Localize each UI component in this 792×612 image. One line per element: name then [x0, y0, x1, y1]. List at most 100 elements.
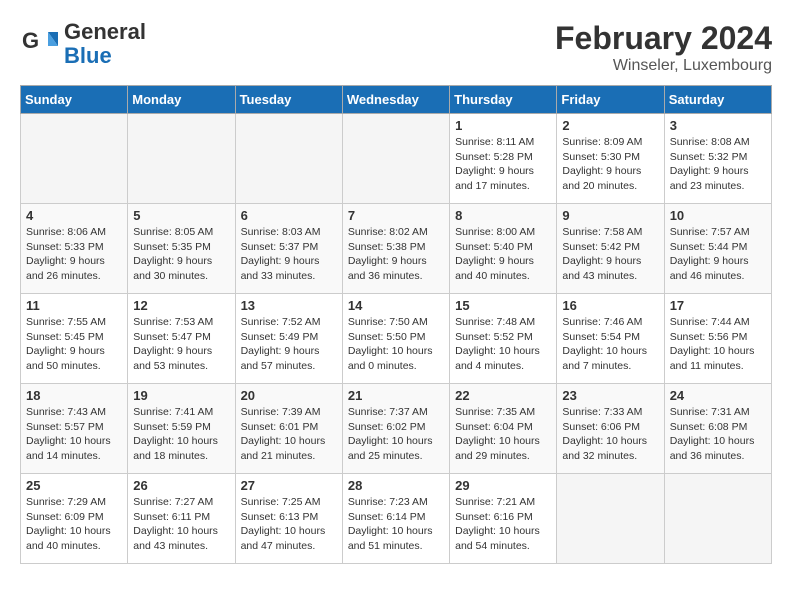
svg-text:G: G	[22, 28, 39, 53]
day-number: 12	[133, 298, 229, 313]
calendar-cell: 28 Sunrise: 7:23 AMSunset: 6:14 PMDayligh…	[342, 474, 449, 564]
calendar-cell	[342, 114, 449, 204]
day-info: Sunrise: 7:52 AMSunset: 5:49 PMDaylight:…	[241, 315, 337, 374]
calendar-week-row: 4 Sunrise: 8:06 AMSunset: 5:33 PMDaylight…	[21, 204, 772, 294]
day-info: Sunrise: 7:41 AMSunset: 5:59 PMDaylight:…	[133, 405, 229, 464]
calendar-cell: 17 Sunrise: 7:44 AMSunset: 5:56 PMDayligh…	[664, 294, 771, 384]
calendar-cell: 13 Sunrise: 7:52 AMSunset: 5:49 PMDayligh…	[235, 294, 342, 384]
calendar-week-row: 25 Sunrise: 7:29 AMSunset: 6:09 PMDayligh…	[21, 474, 772, 564]
weekday-header: Tuesday	[235, 86, 342, 114]
day-info: Sunrise: 7:35 AMSunset: 6:04 PMDaylight:…	[455, 405, 551, 464]
weekday-header: Thursday	[450, 86, 557, 114]
calendar-cell: 1Sunrise: 8:11 AMSunset: 5:28 PMDaylight…	[450, 114, 557, 204]
calendar-cell: 26Sunrise: 7:27 AMSunset: 6:11 PMDayligh…	[128, 474, 235, 564]
calendar-cell: 14 Sunrise: 7:50 AMSunset: 5:50 PMDayligh…	[342, 294, 449, 384]
calendar-cell: 21 Sunrise: 7:37 AMSunset: 6:02 PMDayligh…	[342, 384, 449, 474]
day-info: Sunrise: 7:53 AMSunset: 5:47 PMDaylight:…	[133, 315, 229, 374]
calendar-cell: 19 Sunrise: 7:41 AMSunset: 5:59 PMDayligh…	[128, 384, 235, 474]
day-info: Sunrise: 7:21 AMSunset: 6:16 PMDaylight:…	[455, 495, 551, 554]
day-number: 19	[133, 388, 229, 403]
day-info: Sunrise: 7:25 AMSunset: 6:13 PMDaylight:…	[241, 495, 337, 554]
day-number: 5	[133, 208, 229, 223]
weekday-header: Sunday	[21, 86, 128, 114]
day-number: 20	[241, 388, 337, 403]
day-number: 11	[26, 298, 122, 313]
day-number: 7	[348, 208, 444, 223]
calendar-cell: 2 Sunrise: 8:09 AMSunset: 5:30 PMDaylight…	[557, 114, 664, 204]
weekday-header: Friday	[557, 86, 664, 114]
calendar-cell	[557, 474, 664, 564]
calendar-cell: 7 Sunrise: 8:02 AMSunset: 5:38 PMDaylight…	[342, 204, 449, 294]
day-number: 23	[562, 388, 658, 403]
day-info: Sunrise: 7:48 AMSunset: 5:52 PMDaylight:…	[455, 315, 551, 374]
calendar-cell: 5 Sunrise: 8:05 AMSunset: 5:35 PMDaylight…	[128, 204, 235, 294]
day-number: 13	[241, 298, 337, 313]
calendar-cell: 4 Sunrise: 8:06 AMSunset: 5:33 PMDaylight…	[21, 204, 128, 294]
day-number: 27	[241, 478, 337, 493]
day-info: Sunrise: 7:58 AMSunset: 5:42 PMDaylight:…	[562, 225, 658, 284]
weekday-header-row: SundayMondayTuesdayWednesdayThursdayFrid…	[21, 86, 772, 114]
day-info: Sunrise: 7:37 AMSunset: 6:02 PMDaylight:…	[348, 405, 444, 464]
day-info: Sunrise: 7:57 AMSunset: 5:44 PMDaylight:…	[670, 225, 766, 284]
day-number: 21	[348, 388, 444, 403]
day-info: Sunrise: 7:46 AMSunset: 5:54 PMDaylight:…	[562, 315, 658, 374]
day-info: Sunrise: 8:05 AMSunset: 5:35 PMDaylight:…	[133, 225, 229, 284]
day-number: 4	[26, 208, 122, 223]
calendar-cell	[235, 114, 342, 204]
weekday-header: Saturday	[664, 86, 771, 114]
day-number: 26	[133, 478, 229, 493]
calendar-cell: 20 Sunrise: 7:39 AMSunset: 6:01 PMDayligh…	[235, 384, 342, 474]
title-block: February 2024 Winseler, Luxembourg	[555, 20, 772, 75]
day-number: 6	[241, 208, 337, 223]
calendar-week-row: 1Sunrise: 8:11 AMSunset: 5:28 PMDaylight…	[21, 114, 772, 204]
day-number: 18	[26, 388, 122, 403]
calendar-cell: 18 Sunrise: 7:43 AMSunset: 5:57 PMDayligh…	[21, 384, 128, 474]
day-info: Sunrise: 7:50 AMSunset: 5:50 PMDaylight:…	[348, 315, 444, 374]
day-number: 2	[562, 118, 658, 133]
day-info: Sunrise: 8:09 AMSunset: 5:30 PMDaylight:…	[562, 135, 658, 194]
calendar-cell: 27 Sunrise: 7:25 AMSunset: 6:13 PMDayligh…	[235, 474, 342, 564]
day-info: Sunrise: 8:06 AMSunset: 5:33 PMDaylight:…	[26, 225, 122, 284]
calendar-cell: 11 Sunrise: 7:55 AMSunset: 5:45 PMDayligh…	[21, 294, 128, 384]
day-info: Sunrise: 7:31 AMSunset: 6:08 PMDaylight:…	[670, 405, 766, 464]
day-info: Sunrise: 8:00 AMSunset: 5:40 PMDaylight:…	[455, 225, 551, 284]
day-number: 22	[455, 388, 551, 403]
logo-line1: General	[64, 20, 146, 44]
calendar-cell: 22 Sunrise: 7:35 AMSunset: 6:04 PMDayligh…	[450, 384, 557, 474]
month-title: February 2024	[555, 20, 772, 57]
day-info: Sunrise: 8:02 AMSunset: 5:38 PMDaylight:…	[348, 225, 444, 284]
logo-icon: G	[20, 24, 60, 64]
calendar-cell: 8 Sunrise: 8:00 AMSunset: 5:40 PMDaylight…	[450, 204, 557, 294]
day-info: Sunrise: 8:08 AMSunset: 5:32 PMDaylight:…	[670, 135, 766, 194]
day-info: Sunrise: 7:55 AMSunset: 5:45 PMDaylight:…	[26, 315, 122, 374]
calendar-cell: 24Sunrise: 7:31 AMSunset: 6:08 PMDayligh…	[664, 384, 771, 474]
day-info: Sunrise: 7:44 AMSunset: 5:56 PMDaylight:…	[670, 315, 766, 374]
day-number: 17	[670, 298, 766, 313]
calendar-cell	[21, 114, 128, 204]
day-info: Sunrise: 7:23 AMSunset: 6:14 PMDaylight:…	[348, 495, 444, 554]
day-number: 8	[455, 208, 551, 223]
calendar-cell: 3Sunrise: 8:08 AMSunset: 5:32 PMDaylight…	[664, 114, 771, 204]
calendar-cell: 9 Sunrise: 7:58 AMSunset: 5:42 PMDaylight…	[557, 204, 664, 294]
page-header: G General Blue February 2024 Winseler, L…	[20, 20, 772, 75]
calendar-cell: 15Sunrise: 7:48 AMSunset: 5:52 PMDayligh…	[450, 294, 557, 384]
day-info: Sunrise: 7:33 AMSunset: 6:06 PMDaylight:…	[562, 405, 658, 464]
day-number: 28	[348, 478, 444, 493]
calendar-cell: 25 Sunrise: 7:29 AMSunset: 6:09 PMDayligh…	[21, 474, 128, 564]
day-number: 29	[455, 478, 551, 493]
weekday-header: Monday	[128, 86, 235, 114]
day-info: Sunrise: 8:03 AMSunset: 5:37 PMDaylight:…	[241, 225, 337, 284]
calendar-cell: 12 Sunrise: 7:53 AMSunset: 5:47 PMDayligh…	[128, 294, 235, 384]
day-info: Sunrise: 7:29 AMSunset: 6:09 PMDaylight:…	[26, 495, 122, 554]
calendar-cell	[664, 474, 771, 564]
calendar-week-row: 11 Sunrise: 7:55 AMSunset: 5:45 PMDayligh…	[21, 294, 772, 384]
weekday-header: Wednesday	[342, 86, 449, 114]
day-number: 9	[562, 208, 658, 223]
calendar-cell: 6 Sunrise: 8:03 AMSunset: 5:37 PMDaylight…	[235, 204, 342, 294]
day-number: 25	[26, 478, 122, 493]
calendar-week-row: 18 Sunrise: 7:43 AMSunset: 5:57 PMDayligh…	[21, 384, 772, 474]
day-number: 10	[670, 208, 766, 223]
day-info: Sunrise: 7:43 AMSunset: 5:57 PMDaylight:…	[26, 405, 122, 464]
day-number: 14	[348, 298, 444, 313]
day-info: Sunrise: 7:39 AMSunset: 6:01 PMDaylight:…	[241, 405, 337, 464]
